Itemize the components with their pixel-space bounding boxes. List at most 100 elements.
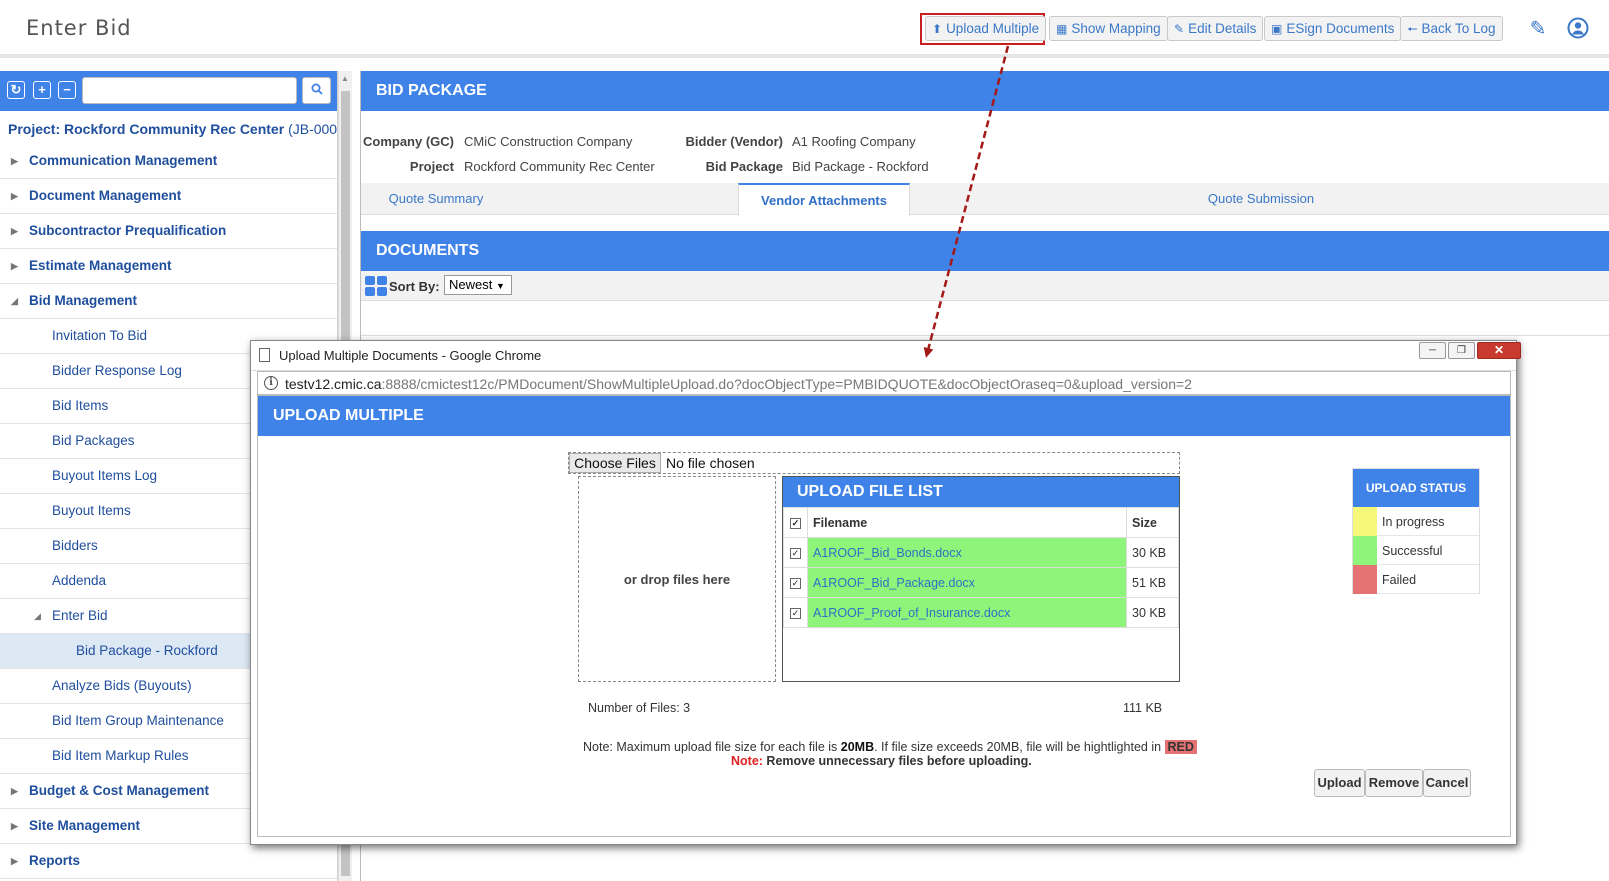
expand-all-icon[interactable]: + bbox=[33, 81, 51, 99]
status-successful: Successful bbox=[1353, 536, 1479, 565]
file-name: A1ROOF_Bid_Package.docx bbox=[807, 567, 1127, 598]
status-label: Successful bbox=[1382, 544, 1443, 558]
tab-vendor-attachments[interactable]: Vendor Attachments bbox=[738, 183, 910, 216]
remove-note: Note: Remove unnecessary files before up… bbox=[731, 754, 1032, 768]
sidebar-search-input[interactable] bbox=[82, 77, 297, 104]
info-icon[interactable]: i bbox=[264, 376, 278, 390]
file-checkbox[interactable]: ✓ bbox=[790, 577, 801, 589]
document-icon bbox=[259, 348, 270, 362]
file-table-header: ✓ Filename Size bbox=[783, 507, 1179, 538]
cancel-button[interactable]: Cancel bbox=[1423, 769, 1471, 797]
status-in-progress: In progress bbox=[1353, 507, 1479, 536]
status-label: Failed bbox=[1382, 573, 1417, 587]
upload-multiple-header: UPLOAD MULTIPLE bbox=[258, 396, 1510, 436]
upload-status-header: UPLOAD STATUS bbox=[1353, 469, 1479, 507]
file-size: 30 KB bbox=[1126, 597, 1179, 628]
sort-by-select[interactable]: Newest ▼ bbox=[444, 275, 512, 295]
select-all-checkbox[interactable]: ✓ bbox=[790, 517, 801, 529]
user-profile-icon[interactable] bbox=[1566, 17, 1590, 41]
refresh-icon[interactable]: ↻ bbox=[7, 81, 25, 99]
caret-right-icon: ▶ bbox=[11, 226, 18, 236]
bid-package-header: BID PACKAGE bbox=[361, 71, 1609, 111]
tab-bar: Quote Summary Vendor Attachments Quote S… bbox=[361, 183, 1609, 216]
select-all-cell: ✓ bbox=[783, 507, 808, 538]
show-mapping-button[interactable]: ▦ Show Mapping bbox=[1049, 16, 1168, 41]
edit-details-button[interactable]: ✎ Edit Details bbox=[1167, 16, 1264, 41]
status-label: In progress bbox=[1382, 515, 1445, 529]
file-checkbox[interactable]: ✓ bbox=[790, 607, 801, 619]
popup-window-title: Upload Multiple Documents - Google Chrom… bbox=[279, 348, 542, 363]
tab-quote-summary[interactable]: Quote Summary bbox=[361, 183, 511, 215]
collapse-all-icon[interactable]: − bbox=[58, 81, 76, 99]
checkbox-cell: ✓ bbox=[783, 537, 808, 568]
caret-right-icon: ▶ bbox=[11, 821, 18, 831]
remove-button[interactable]: Remove bbox=[1365, 769, 1423, 797]
caret-right-icon: ▶ bbox=[11, 856, 18, 866]
app-header: Enter Bid ⬆ Upload Multiple ▦ Show Mapping… bbox=[0, 0, 1609, 58]
search-icon-svg bbox=[311, 83, 323, 95]
esign-icon: ▣ bbox=[1271, 22, 1283, 36]
upload-button[interactable]: Upload bbox=[1314, 769, 1365, 797]
documents-header: DOCUMENTS bbox=[361, 231, 1609, 271]
project-label: Project bbox=[409, 159, 454, 174]
minimize-icon[interactable]: ─ bbox=[1419, 342, 1446, 359]
checkbox-cell: ✓ bbox=[783, 567, 808, 598]
choose-files-button[interactable]: Choose Files bbox=[569, 453, 661, 473]
sidebar-item-reports[interactable]: ▶ Reports bbox=[0, 844, 337, 879]
size-column-header: Size bbox=[1126, 507, 1179, 538]
status-swatch bbox=[1353, 507, 1377, 536]
arrow-left-icon: 🠔 bbox=[1407, 22, 1418, 36]
file-name: A1ROOF_Proof_of_Insurance.docx bbox=[807, 597, 1127, 628]
upload-file-list-header: UPLOAD FILE LIST bbox=[783, 477, 1179, 507]
number-of-files: Number of Files: 3 bbox=[588, 701, 691, 715]
status-failed: Failed bbox=[1353, 565, 1479, 594]
popup-title-bar: Upload Multiple Documents - Google Chrom… bbox=[251, 341, 1521, 371]
dropdown-arrow-icon: ▼ bbox=[495, 281, 505, 291]
sidebar-item-communication-management[interactable]: ▶ Communication Management bbox=[0, 144, 337, 179]
back-to-log-button[interactable]: 🠔 Back To Log bbox=[1400, 16, 1503, 41]
caret-right-icon: ▶ bbox=[11, 191, 18, 201]
divider bbox=[361, 335, 1609, 336]
map-icon: ▦ bbox=[1056, 22, 1068, 36]
caret-right-icon: ▶ bbox=[11, 156, 18, 166]
scroll-up-icon[interactable]: ▲ bbox=[341, 74, 349, 83]
sidebar-item-subcontractor-prequalification[interactable]: ▶ Subcontractor Prequalification bbox=[0, 214, 337, 249]
total-size: 111 KB bbox=[1123, 701, 1163, 715]
file-size: 51 KB bbox=[1126, 567, 1179, 598]
checkbox-cell: ✓ bbox=[783, 597, 808, 628]
sidebar-item-bid-management[interactable]: ◢ Bid Management bbox=[0, 284, 337, 319]
bidder-label: Bidder (Vendor) bbox=[685, 134, 783, 149]
status-swatch bbox=[1353, 565, 1377, 594]
filename-column-header: Filename bbox=[807, 507, 1127, 538]
upload-multiple-button[interactable]: ⬆ Upload Multiple bbox=[925, 16, 1047, 41]
upload-icon: ⬆ bbox=[932, 22, 943, 36]
upload-multiple-body: UPLOAD MULTIPLE Choose Files No file cho… bbox=[257, 395, 1511, 837]
caret-right-icon: ▶ bbox=[11, 261, 18, 271]
drop-zone-text: or drop files here bbox=[623, 572, 731, 587]
user-icon-svg bbox=[1567, 17, 1589, 39]
edit-note-icon[interactable]: ✎ bbox=[1526, 17, 1550, 41]
sidebar-item-estimate-management[interactable]: ▶ Estimate Management bbox=[0, 249, 337, 284]
company-value: CMiC Construction Company bbox=[464, 134, 633, 149]
file-checkbox[interactable]: ✓ bbox=[790, 547, 801, 559]
size-note: Note: Maximum upload file size for each … bbox=[583, 740, 1197, 754]
upload-status-legend: UPLOAD STATUS In progress Successful Fai… bbox=[1352, 468, 1480, 594]
table-row: ✓ A1ROOF_Proof_of_Insurance.docx 30 KB bbox=[783, 597, 1179, 628]
project-value: Rockford Community Rec Center bbox=[464, 159, 655, 174]
caret-down-icon: ◢ bbox=[34, 611, 41, 621]
bidder-value: A1 Roofing Company bbox=[792, 134, 916, 149]
search-icon[interactable] bbox=[302, 77, 331, 104]
popup-address-bar[interactable]: i testv12.cmic.ca:8888/cmictest12c/PMDoc… bbox=[257, 371, 1511, 395]
upload-file-list: UPLOAD FILE LIST ✓ Filename Size ✓ A1ROO… bbox=[782, 476, 1180, 682]
sidebar-item-document-management[interactable]: ▶ Document Management bbox=[0, 179, 337, 214]
sidebar-project[interactable]: Project: Rockford Community Rec Center (… bbox=[8, 121, 337, 137]
esign-documents-button[interactable]: ▣ ESign Documents bbox=[1264, 16, 1402, 41]
pencil-icon: ✎ bbox=[1174, 22, 1185, 36]
restore-icon[interactable]: ❐ bbox=[1448, 342, 1475, 359]
close-icon[interactable]: ✕ bbox=[1477, 342, 1521, 359]
tab-quote-submission[interactable]: Quote Submission bbox=[1161, 183, 1361, 215]
upload-multiple-window: Upload Multiple Documents - Google Chrom… bbox=[250, 340, 1521, 845]
drop-zone[interactable]: or drop files here bbox=[578, 476, 776, 682]
table-row: ✓ A1ROOF_Bid_Bonds.docx 30 KB bbox=[783, 537, 1179, 568]
grid-view-icon[interactable] bbox=[365, 276, 387, 296]
